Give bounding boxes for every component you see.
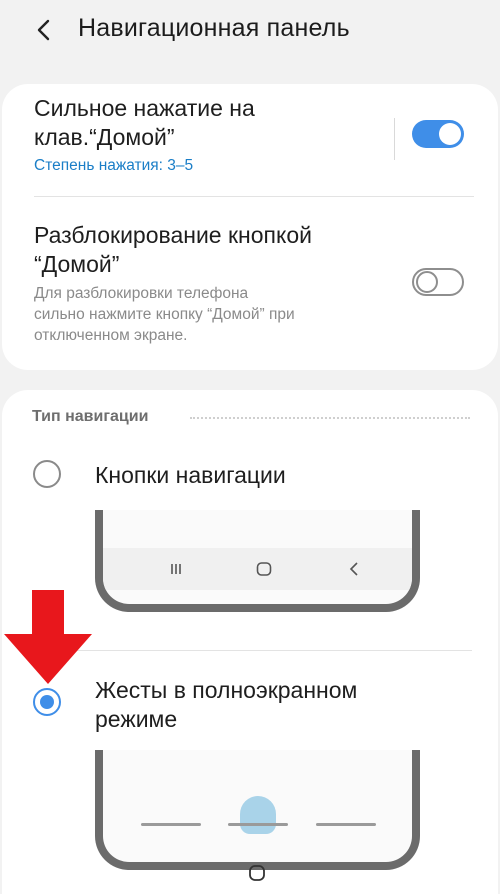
toggle-knob: [416, 271, 438, 293]
divider: [34, 196, 474, 197]
gesture-bar-center: [228, 823, 288, 826]
option-label-fullscreen-gestures-line2[interactable]: режиме: [95, 705, 177, 734]
nav-bar-preview: [103, 548, 412, 590]
unlock-home-desc-line2: сильно нажмите кнопку “Домой” при: [34, 306, 295, 323]
gesture-bar-right: [316, 823, 376, 826]
toggle-knob: [439, 123, 461, 145]
page-title: Навигационная панель: [78, 14, 350, 42]
section-label-navigation-type: Тип навигации: [32, 408, 149, 425]
home-icon: [253, 558, 275, 580]
unlock-home-title-line2: “Домой”: [34, 251, 120, 277]
radio-fullscreen-gestures[interactable]: [33, 688, 61, 716]
chevron-left-icon: [37, 19, 50, 41]
red-arrow-pointer-icon: [4, 590, 92, 684]
unlock-home-desc-line3: отключенном экране.: [34, 327, 188, 344]
recents-icon: [165, 558, 187, 580]
app-header: Навигационная панель: [0, 0, 500, 60]
unlock-home-title-line1: Разблокирование кнопкой: [34, 222, 312, 248]
back-button[interactable]: [26, 12, 62, 48]
option-label-navigation-buttons[interactable]: Кнопки навигации: [95, 461, 286, 490]
preview-navigation-buttons[interactable]: [95, 510, 420, 612]
gesture-highlight: [240, 796, 276, 834]
home-button-icon[interactable]: [248, 864, 266, 882]
section-dotted-line: [190, 417, 470, 419]
radio-selected-dot: [40, 695, 54, 709]
back-icon: [343, 558, 365, 580]
radio-navigation-buttons[interactable]: [33, 460, 61, 488]
row-divider: [394, 118, 395, 160]
hard-press-title-line2: клав.“Домой”: [34, 124, 175, 150]
divider: [32, 650, 472, 651]
unlock-home-toggle[interactable]: [412, 268, 464, 296]
gesture-bar-left: [141, 823, 201, 826]
hard-press-title-line1: Сильное нажатие на: [34, 95, 255, 121]
hard-press-subtitle: Степень нажатия: 3–5: [34, 157, 194, 174]
preview-fullscreen-gestures[interactable]: [95, 750, 420, 870]
hard-press-toggle[interactable]: [412, 120, 464, 148]
settings-card: Сильное нажатие на клав.“Домой” Степень …: [2, 84, 498, 370]
unlock-home-desc-line1: Для разблокировки телефона: [34, 285, 249, 302]
option-label-fullscreen-gestures-line1[interactable]: Жесты в полноэкранном: [95, 676, 357, 705]
